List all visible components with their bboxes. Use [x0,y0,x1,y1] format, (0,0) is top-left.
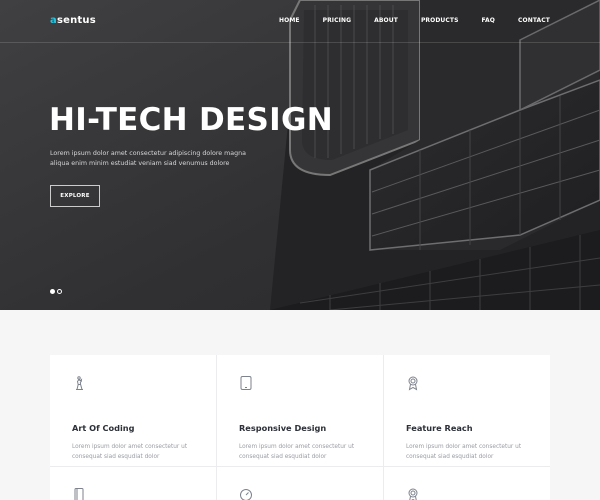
feature-title: Feature Reach [406,423,473,433]
logo-wordmark: sentus [56,15,96,26]
nav-link-home[interactable]: HOME [279,17,300,24]
nav-link-contact[interactable]: CONTACT [518,17,550,24]
chess-piece-icon [76,376,83,390]
award-badge-icon [408,376,418,391]
nav-link-pricing[interactable]: PRICING [323,17,352,24]
feature-description: Lorem ipsum dolor amet consectetur ut co… [406,444,522,460]
award-badge-icon [408,488,418,500]
feature-description: Lorem ipsum dolor amet consectetur ut co… [239,444,355,460]
feature-title: Responsive Design [239,423,327,433]
nav-link-products[interactable]: PRODUCTS [421,17,459,24]
slider-dot-2[interactable] [57,289,62,294]
main-nav: HOME PRICING ABOUT PRODUCTS FAQ CONTACT [279,17,550,24]
document-icon [74,488,84,500]
tablet-icon [240,376,252,390]
nav-link-about[interactable]: ABOUT [374,17,398,24]
slider-pagination [50,289,62,294]
slider-dot-1[interactable] [50,289,55,294]
column-divider [383,355,384,500]
logo-accent-letter: a [50,15,57,26]
nav-divider [0,42,600,43]
row-divider [50,466,550,467]
feature-description: Lorem ipsum dolor amet consectetur ut co… [72,444,188,460]
speedometer-icon [240,489,252,500]
hero-description: Lorem ipsum dolor amet consectetur adipi… [50,150,247,167]
features-grid: Art Of Coding Lorem ipsum dolor amet con… [50,355,550,500]
feature-title: Art Of Coding [72,423,135,433]
hero-title: HI-TECH DESIGN [49,102,333,138]
brand-logo[interactable]: asentus [50,15,96,26]
nav-link-faq[interactable]: FAQ [482,17,495,24]
column-divider [216,355,217,500]
explore-button[interactable]: EXPLORE [50,185,100,207]
hero-section: asentus HOME PRICING ABOUT PRODUCTS FAQ … [0,0,600,310]
